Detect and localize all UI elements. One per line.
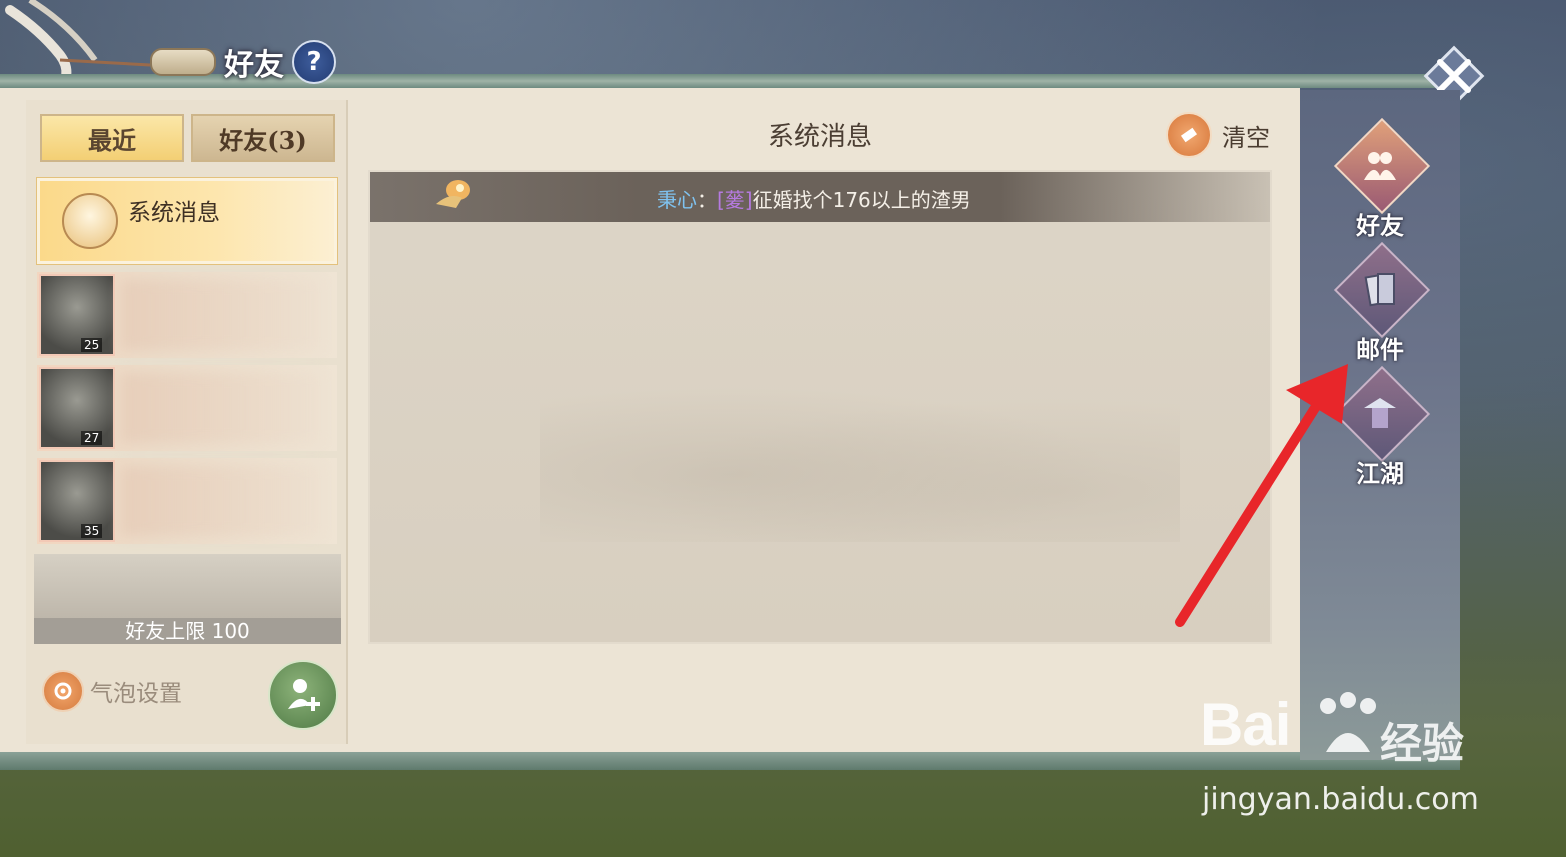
system-message: 秉心：[蓌]征婚找个176以上的渣男: [657, 184, 971, 213]
friends-glyph: [1364, 152, 1396, 180]
add-friend-icon: [288, 679, 320, 711]
baidu-watermark: Bai 经验 jingyan.baidu.com: [1200, 690, 1500, 830]
side-nav-label: 好友: [1356, 211, 1404, 240]
list-item-label: 系统消息: [128, 200, 220, 226]
clear-label: 清空: [1222, 123, 1270, 152]
scroll-icon: [150, 48, 216, 76]
paw-icon: [1320, 692, 1376, 752]
avatar: 25: [39, 274, 115, 356]
level-badge: 25: [81, 338, 103, 352]
level-badge: 27: [81, 431, 103, 445]
list-empty-area: [34, 554, 341, 620]
jianghu-glyph: [1364, 398, 1396, 428]
mountain-backdrop: [540, 372, 1180, 542]
bubble-settings-label: 气泡设置: [90, 681, 182, 707]
blurred-name: [121, 373, 321, 443]
list-item-friend[interactable]: 25: [37, 272, 337, 358]
side-nav-item-friends[interactable]: 好友: [1330, 117, 1431, 240]
side-nav-item-mail[interactable]: 邮件: [1330, 241, 1431, 364]
system-avatar-icon: [62, 193, 118, 249]
message-tag: [蓌]: [717, 188, 753, 212]
list-item-friend[interactable]: 35: [37, 458, 337, 544]
eraser-icon: [1166, 112, 1212, 158]
message-text: 征婚找个176以上的渣男: [752, 188, 971, 212]
level-badge: 35: [81, 524, 103, 538]
mail-glyph: [1364, 273, 1395, 307]
window-title-bar: 好友 ?: [150, 40, 336, 84]
clear-button[interactable]: 清空: [1166, 112, 1270, 158]
gear-icon: [42, 670, 84, 712]
message-separator: ：: [697, 188, 717, 212]
blurred-name: [121, 466, 321, 536]
list-item-system-messages[interactable]: 系统消息: [37, 178, 337, 264]
bubble-settings-button[interactable]: 气泡设置: [42, 670, 182, 712]
message-area: [368, 170, 1272, 644]
message-sender[interactable]: 秉心: [657, 188, 697, 212]
page-title: 系统消息: [767, 122, 872, 152]
add-friend-button[interactable]: [268, 660, 338, 730]
tab-recent[interactable]: 最近: [40, 114, 184, 162]
tab-friends[interactable]: 好友(3): [191, 114, 335, 162]
watermark-suffix: 经验: [1380, 719, 1465, 768]
horn-icon: [436, 180, 470, 208]
list-item-friend[interactable]: 27: [37, 365, 337, 451]
watermark-brand: Bai: [1200, 691, 1291, 758]
annotation-arrow: [1175, 364, 1348, 627]
friend-limit: 好友上限 100: [34, 618, 341, 644]
help-button[interactable]: ?: [292, 40, 336, 84]
blurred-name: [121, 280, 321, 350]
watermark-url: jingyan.baidu.com: [1202, 782, 1479, 817]
avatar: 35: [39, 460, 115, 542]
window-title: 好友: [224, 48, 284, 83]
avatar: 27: [39, 367, 115, 449]
